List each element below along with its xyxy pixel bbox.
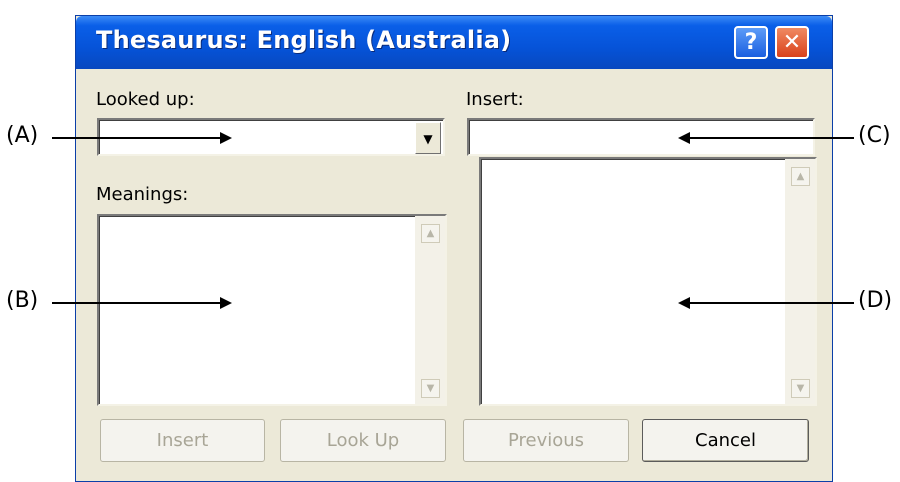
meanings-list[interactable]: ▲ ▼	[97, 214, 447, 406]
callout-b-label: (B)	[6, 288, 39, 313]
callout-c-arrow	[688, 137, 854, 139]
previous-button[interactable]: Previous	[463, 419, 629, 462]
scroll-up-icon[interactable]: ▲	[791, 167, 810, 186]
looked-up-dropdown-button[interactable]: ▼	[415, 122, 441, 154]
close-icon: ✕	[782, 30, 802, 55]
cancel-button[interactable]: Cancel	[642, 419, 809, 462]
arrow-right-icon	[220, 132, 232, 144]
arrow-left-icon	[678, 132, 690, 144]
looked-up-label: Looked up:	[96, 89, 195, 110]
look-up-button[interactable]: Look Up	[280, 419, 446, 462]
meanings-label: Meanings:	[96, 184, 189, 205]
insert-button[interactable]: Insert	[100, 419, 265, 462]
arrow-left-icon	[678, 297, 690, 309]
callout-d-arrow	[688, 302, 854, 304]
scroll-up-icon[interactable]: ▲	[421, 224, 440, 243]
meanings-scrollbar[interactable]: ▲ ▼	[415, 216, 445, 404]
callout-a-arrow	[52, 137, 222, 139]
insert-list[interactable]: ▲ ▼	[479, 157, 817, 406]
callout-c-label: (C)	[858, 123, 891, 148]
scroll-down-icon[interactable]: ▼	[421, 379, 440, 398]
window-title: Thesaurus: English (Australia)	[96, 26, 512, 54]
help-button[interactable]: ?	[734, 26, 768, 59]
callout-a-label: (A)	[6, 123, 39, 148]
arrow-right-icon	[220, 297, 232, 309]
title-bar[interactable]: Thesaurus: English (Australia) ? ✕	[76, 16, 832, 69]
thesaurus-dialog: Thesaurus: English (Australia) ? ✕ Looke…	[75, 15, 833, 482]
chevron-down-icon: ▼	[423, 132, 433, 146]
close-button[interactable]: ✕	[775, 26, 809, 59]
insert-label: Insert:	[466, 89, 524, 110]
callout-b-arrow	[52, 302, 222, 304]
insert-list-scrollbar[interactable]: ▲ ▼	[785, 159, 815, 404]
callout-d-label: (D)	[858, 288, 893, 313]
help-icon: ?	[744, 30, 758, 55]
scroll-down-icon[interactable]: ▼	[791, 379, 810, 398]
